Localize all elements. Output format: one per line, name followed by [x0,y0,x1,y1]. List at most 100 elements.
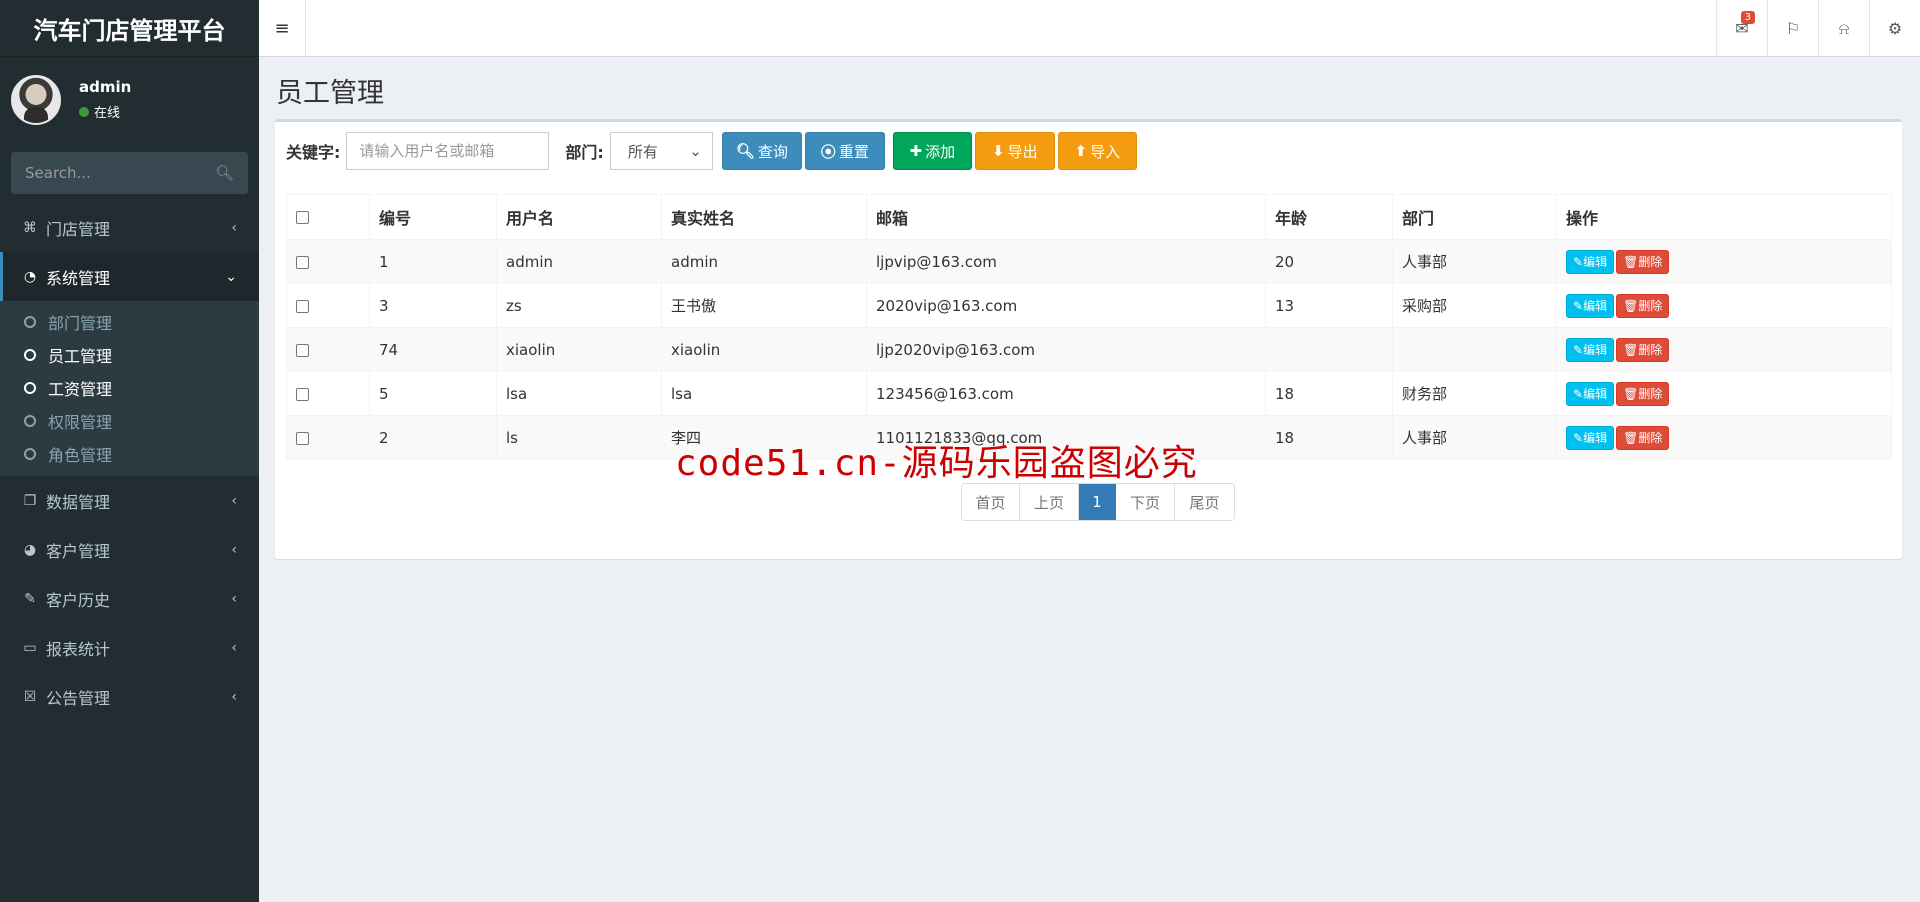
cell-email: ljp2020vip@163.com [866,327,1266,372]
employee-box: 关键字: 部门: 所有 ⌄ 🔍︎ 查询 ⦿ 重置 ✚ 添加 ⬇ 导出 [275,119,1902,559]
dashboard-icon: ◔ [23,268,37,285]
sidebar-subitem-label: 权限管理 [48,412,113,432]
circle-icon [24,381,36,394]
cell-username: ls [496,415,662,460]
trash-icon: 🗑︎ [1623,298,1639,313]
table-row: 1 admin admin ljpvip@163.com 20 人事部 ✎ 编辑 🗑︎ 删除 [286,239,1892,284]
next-page-button[interactable]: 下页 [1116,484,1175,520]
sidebar-subitem-department[interactable]: 部门管理 [0,305,259,338]
edit-button[interactable]: ✎ 编辑 [1566,381,1615,406]
sidebar-item-store[interactable]: ⌘ 门店管理 ‹ [0,203,259,252]
delete-button[interactable]: 🗑︎ 删除 [1616,249,1670,274]
app-logo-title[interactable]: 汽车门店管理平台 [0,0,259,57]
delete-button[interactable]: 🗑︎ 删除 [1616,337,1670,362]
delete-button[interactable]: 🗑︎ 删除 [1616,293,1670,318]
flag-button[interactable]: ⚐ [1767,0,1818,57]
keyword-input[interactable] [346,132,550,170]
reset-button[interactable]: ⦿ 重置 [804,132,885,170]
add-button[interactable]: ✚ 添加 [892,132,972,170]
cell-actions: ✎ 编辑 🗑︎ 删除 [1556,327,1892,372]
query-button[interactable]: 🔍︎ 查询 [721,132,802,170]
sidebar-search-input[interactable] [25,164,195,182]
col-header-realname: 真实姓名 [661,194,867,241]
edit-icon: ✎ [24,590,36,607]
cell-id: 3 [369,283,497,328]
cell-email: ljpvip@163.com [866,239,1266,284]
col-header-id: 编号 [369,194,497,241]
notifications-button[interactable]: ⍾ [1818,0,1869,57]
pie-chart-icon: ◕ [23,541,37,558]
cell-age: 13 [1265,283,1393,328]
sidebar-item-customer[interactable]: ◕ 客户管理 ‹ [0,525,259,574]
row-checkbox[interactable] [296,387,309,401]
edit-button[interactable]: ✎ 编辑 [1566,337,1615,362]
plus-icon: ✚ [909,142,923,160]
sidebar-item-notice[interactable]: ☒ 公告管理 ‹ [0,672,259,721]
avatar [11,74,61,125]
top-navbar: ≡ ✉ 3 ⚐ ⍾ ⚙ [259,0,1920,57]
cell-id: 1 [369,239,497,284]
edit-button-label: 编辑 [1583,343,1608,357]
import-button[interactable]: ⬆ 导入 [1057,132,1137,170]
last-page-button[interactable]: 尾页 [1175,484,1234,520]
pencil-icon: ✎ [1573,254,1584,269]
col-header-department: 部门 [1392,194,1557,241]
sidebar-item-label: 数据管理 [46,492,111,512]
sidebar-subitem-employee[interactable]: 员工管理 [0,338,259,371]
cell-age [1265,327,1393,372]
row-checkbox[interactable] [296,431,309,445]
select-all-checkbox[interactable] [296,211,309,225]
sidebar-subitem-permission[interactable]: 权限管理 [0,404,259,437]
cell-id: 2 [369,415,497,460]
delete-button[interactable]: 🗑︎ 删除 [1616,381,1670,406]
messages-button[interactable]: ✉ 3 [1716,0,1767,57]
prev-page-button[interactable]: 上页 [1020,484,1079,520]
user-panel: admin 在线 [0,57,259,142]
sidebar-item-customer-history[interactable]: ✎ 客户历史 ‹ [0,574,259,623]
cell-actions: ✎ 编辑 🗑︎ 删除 [1556,239,1892,284]
row-checkbox[interactable] [296,255,309,269]
row-checkbox[interactable] [296,299,309,313]
chevron-left-icon: ‹ [231,219,237,236]
gears-icon: ⚙ [1887,19,1903,38]
trash-icon: 🗑︎ [1623,386,1639,401]
department-label: 部门: [565,143,604,162]
edit-button-label: 编辑 [1583,299,1608,313]
cell-username: admin [496,239,662,284]
row-checkbox[interactable] [296,343,309,357]
sidebar-toggle-button[interactable]: ≡ [259,0,306,57]
add-button-label: 添加 [925,142,956,161]
settings-button[interactable]: ⚙ [1869,0,1920,57]
sidebar-item-system[interactable]: ◔ 系统管理 ⌄ [0,252,259,301]
sidebar-item-report[interactable]: ▭ 报表统计 ‹ [0,623,259,672]
cell-id: 74 [369,327,497,372]
sidebar-item-data[interactable]: ❐ 数据管理 ‹ [0,476,259,525]
table-row: 3 zs 王书傲 2020vip@163.com 13 采购部 ✎ 编辑 🗑︎ 删除 [286,283,1892,328]
pencil-icon: ✎ [1573,342,1584,357]
user-name: admin [79,78,132,96]
cell-age: 18 [1265,371,1393,416]
edit-button-label: 编辑 [1583,255,1608,270]
search-icon[interactable]: 🔍︎ [215,164,234,182]
cell-realname: lsa [661,371,867,416]
current-page-button[interactable]: 1 [1079,484,1116,520]
calendar-icon: ☒ [23,688,37,705]
sidebar-subitem-label: 工资管理 [48,379,113,399]
export-button[interactable]: ⬇ 导出 [974,132,1055,170]
trash-icon: 🗑︎ [1623,430,1639,445]
department-select[interactable]: 所有 ⌄ [609,132,713,170]
edit-button[interactable]: ✎ 编辑 [1566,249,1615,274]
first-page-button[interactable]: 首页 [962,484,1020,520]
bell-icon: ⍾ [1838,18,1850,38]
cell-actions: ✎ 编辑 🗑︎ 删除 [1556,415,1892,460]
chevron-left-icon: ‹ [231,639,237,656]
cell-department: 财务部 [1392,371,1557,416]
cell-department: 人事部 [1392,239,1557,284]
edit-button[interactable]: ✎ 编辑 [1566,293,1615,318]
sidebar-subitem-salary[interactable]: 工资管理 [0,371,259,404]
sidebar-subitem-role[interactable]: 角色管理 [0,437,259,470]
delete-button[interactable]: 🗑︎ 删除 [1616,425,1670,450]
top-icons: ✉ 3 ⚐ ⍾ ⚙ [1716,0,1920,57]
edit-button[interactable]: ✎ 编辑 [1566,425,1615,450]
pagination: 首页 上页 1 下页 尾页 [961,483,1235,521]
